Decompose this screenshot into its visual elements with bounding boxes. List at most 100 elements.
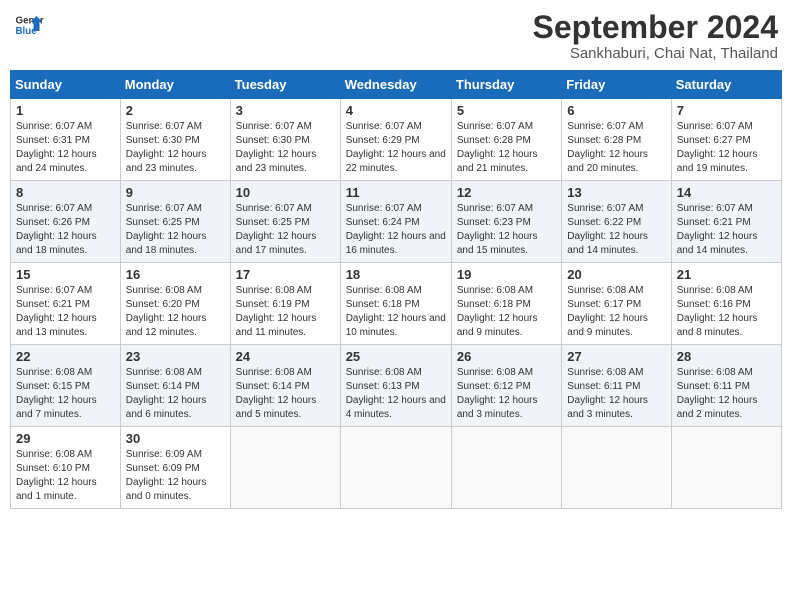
day-number: 10 xyxy=(236,185,335,200)
day-header-wednesday: Wednesday xyxy=(340,71,451,99)
calendar-cell: 7Sunrise: 6:07 AMSunset: 6:27 PMDaylight… xyxy=(671,99,781,181)
day-number: 11 xyxy=(346,185,446,200)
calendar-cell: 3 Sunrise: 6:07 AMSunset: 6:30 PMDaylight… xyxy=(230,99,340,181)
calendar-table: SundayMondayTuesdayWednesdayThursdayFrid… xyxy=(10,70,782,509)
calendar-week-row: 8 Sunrise: 6:07 AMSunset: 6:26 PMDaylight… xyxy=(11,181,782,263)
day-number: 23 xyxy=(126,349,225,364)
day-number: 29 xyxy=(16,431,115,446)
day-number: 14 xyxy=(677,185,776,200)
day-info: Sunrise: 6:07 AMSunset: 6:21 PMDaylight:… xyxy=(677,202,776,258)
calendar-cell: 23 Sunrise: 6:08 AMSunset: 6:14 PMDayligh… xyxy=(120,345,230,427)
page-header: General Blue September 2024 Sankhaburi, … xyxy=(10,10,782,62)
location-subtitle: Sankhaburi, Chai Nat, Thailand xyxy=(533,45,778,62)
calendar-cell: 5 Sunrise: 6:07 AMSunset: 6:28 PMDaylight… xyxy=(451,99,561,181)
day-info: Sunrise: 6:07 AMSunset: 6:28 PMDaylight:… xyxy=(457,120,556,176)
day-number: 15 xyxy=(16,267,115,282)
day-number: 20 xyxy=(567,267,665,282)
day-info: Sunrise: 6:08 AMSunset: 6:10 PMDaylight:… xyxy=(16,448,115,504)
calendar-week-row: 22Sunrise: 6:08 AMSunset: 6:15 PMDayligh… xyxy=(11,345,782,427)
day-info: Sunrise: 6:09 AMSunset: 6:09 PMDaylight:… xyxy=(126,448,225,504)
day-number: 19 xyxy=(457,267,556,282)
day-header-saturday: Saturday xyxy=(671,71,781,99)
day-info: Sunrise: 6:08 AMSunset: 6:14 PMDaylight:… xyxy=(126,366,225,422)
day-number: 21 xyxy=(677,267,776,282)
calendar-cell: 18Sunrise: 6:08 AMSunset: 6:18 PMDayligh… xyxy=(340,263,451,345)
day-info: Sunrise: 6:08 AMSunset: 6:11 PMDaylight:… xyxy=(677,366,776,422)
calendar-cell: 2Sunrise: 6:07 AMSunset: 6:30 PMDaylight… xyxy=(120,99,230,181)
calendar-cell: 30 Sunrise: 6:09 AMSunset: 6:09 PMDayligh… xyxy=(120,427,230,509)
day-number: 27 xyxy=(567,349,665,364)
day-number: 17 xyxy=(236,267,335,282)
month-year-title: September 2024 xyxy=(533,10,778,45)
calendar-cell: 8 Sunrise: 6:07 AMSunset: 6:26 PMDaylight… xyxy=(11,181,121,263)
day-number: 4 xyxy=(346,103,446,118)
day-info: Sunrise: 6:07 AMSunset: 6:25 PMDaylight:… xyxy=(236,202,335,258)
day-info: Sunrise: 6:07 AMSunset: 6:30 PMDaylight:… xyxy=(126,120,225,176)
calendar-cell xyxy=(671,427,781,509)
day-number: 26 xyxy=(457,349,556,364)
day-number: 30 xyxy=(126,431,225,446)
day-info: Sunrise: 6:07 AMSunset: 6:29 PMDaylight:… xyxy=(346,120,446,176)
calendar-cell: 25 Sunrise: 6:08 AMSunset: 6:13 PMDayligh… xyxy=(340,345,451,427)
day-header-tuesday: Tuesday xyxy=(230,71,340,99)
day-info: Sunrise: 6:08 AMSunset: 6:14 PMDaylight:… xyxy=(236,366,335,422)
day-info: Sunrise: 6:08 AMSunset: 6:12 PMDaylight:… xyxy=(457,366,556,422)
day-info: Sunrise: 6:07 AMSunset: 6:24 PMDaylight:… xyxy=(346,202,446,258)
day-number: 1 xyxy=(16,103,115,118)
day-info: Sunrise: 6:07 AMSunset: 6:26 PMDaylight:… xyxy=(16,202,115,258)
calendar-cell: 12 Sunrise: 6:07 AMSunset: 6:23 PMDayligh… xyxy=(451,181,561,263)
day-info: Sunrise: 6:07 AMSunset: 6:21 PMDaylight:… xyxy=(16,284,115,340)
calendar-cell: 26 Sunrise: 6:08 AMSunset: 6:12 PMDayligh… xyxy=(451,345,561,427)
calendar-week-row: 29 Sunrise: 6:08 AMSunset: 6:10 PMDayligh… xyxy=(11,427,782,509)
calendar-cell: 29 Sunrise: 6:08 AMSunset: 6:10 PMDayligh… xyxy=(11,427,121,509)
day-number: 24 xyxy=(236,349,335,364)
day-info: Sunrise: 6:07 AMSunset: 6:25 PMDaylight:… xyxy=(126,202,225,258)
calendar-cell xyxy=(562,427,671,509)
calendar-cell: 28 Sunrise: 6:08 AMSunset: 6:11 PMDayligh… xyxy=(671,345,781,427)
calendar-cell: 27 Sunrise: 6:08 AMSunset: 6:11 PMDayligh… xyxy=(562,345,671,427)
calendar-cell: 17Sunrise: 6:08 AMSunset: 6:19 PMDayligh… xyxy=(230,263,340,345)
day-number: 8 xyxy=(16,185,115,200)
calendar-cell: 21Sunrise: 6:08 AMSunset: 6:16 PMDayligh… xyxy=(671,263,781,345)
day-info: Sunrise: 6:08 AMSunset: 6:18 PMDaylight:… xyxy=(346,284,446,340)
day-number: 5 xyxy=(457,103,556,118)
calendar-cell xyxy=(340,427,451,509)
day-number: 9 xyxy=(126,185,225,200)
day-info: Sunrise: 6:08 AMSunset: 6:15 PMDaylight:… xyxy=(16,366,115,422)
day-header-sunday: Sunday xyxy=(11,71,121,99)
day-info: Sunrise: 6:08 AMSunset: 6:13 PMDaylight:… xyxy=(346,366,446,422)
calendar-week-row: 1 Sunrise: 6:07 AMSunset: 6:31 PMDaylight… xyxy=(11,99,782,181)
day-number: 12 xyxy=(457,185,556,200)
day-info: Sunrise: 6:07 AMSunset: 6:28 PMDaylight:… xyxy=(567,120,665,176)
day-header-monday: Monday xyxy=(120,71,230,99)
calendar-cell: 15 Sunrise: 6:07 AMSunset: 6:21 PMDayligh… xyxy=(11,263,121,345)
day-number: 7 xyxy=(677,103,776,118)
calendar-cell: 10 Sunrise: 6:07 AMSunset: 6:25 PMDayligh… xyxy=(230,181,340,263)
title-block: September 2024 Sankhaburi, Chai Nat, Tha… xyxy=(533,10,778,62)
calendar-cell xyxy=(230,427,340,509)
logo-icon: General Blue xyxy=(14,10,44,40)
day-info: Sunrise: 6:07 AMSunset: 6:23 PMDaylight:… xyxy=(457,202,556,258)
day-number: 6 xyxy=(567,103,665,118)
day-info: Sunrise: 6:08 AMSunset: 6:20 PMDaylight:… xyxy=(126,284,225,340)
day-info: Sunrise: 6:07 AMSunset: 6:30 PMDaylight:… xyxy=(236,120,335,176)
day-info: Sunrise: 6:07 AMSunset: 6:22 PMDaylight:… xyxy=(567,202,665,258)
day-number: 3 xyxy=(236,103,335,118)
day-header-friday: Friday xyxy=(562,71,671,99)
calendar-week-row: 15 Sunrise: 6:07 AMSunset: 6:21 PMDayligh… xyxy=(11,263,782,345)
day-info: Sunrise: 6:08 AMSunset: 6:18 PMDaylight:… xyxy=(457,284,556,340)
day-number: 28 xyxy=(677,349,776,364)
calendar-cell: 9 Sunrise: 6:07 AMSunset: 6:25 PMDaylight… xyxy=(120,181,230,263)
day-number: 25 xyxy=(346,349,446,364)
day-info: Sunrise: 6:07 AMSunset: 6:31 PMDaylight:… xyxy=(16,120,115,176)
calendar-cell: 14 Sunrise: 6:07 AMSunset: 6:21 PMDayligh… xyxy=(671,181,781,263)
calendar-cell: 13Sunrise: 6:07 AMSunset: 6:22 PMDayligh… xyxy=(562,181,671,263)
day-number: 16 xyxy=(126,267,225,282)
calendar-cell: 24 Sunrise: 6:08 AMSunset: 6:14 PMDayligh… xyxy=(230,345,340,427)
calendar-header-row: SundayMondayTuesdayWednesdayThursdayFrid… xyxy=(11,71,782,99)
calendar-cell: 4 Sunrise: 6:07 AMSunset: 6:29 PMDaylight… xyxy=(340,99,451,181)
day-header-thursday: Thursday xyxy=(451,71,561,99)
calendar-cell xyxy=(451,427,561,509)
day-info: Sunrise: 6:08 AMSunset: 6:17 PMDaylight:… xyxy=(567,284,665,340)
day-info: Sunrise: 6:08 AMSunset: 6:11 PMDaylight:… xyxy=(567,366,665,422)
